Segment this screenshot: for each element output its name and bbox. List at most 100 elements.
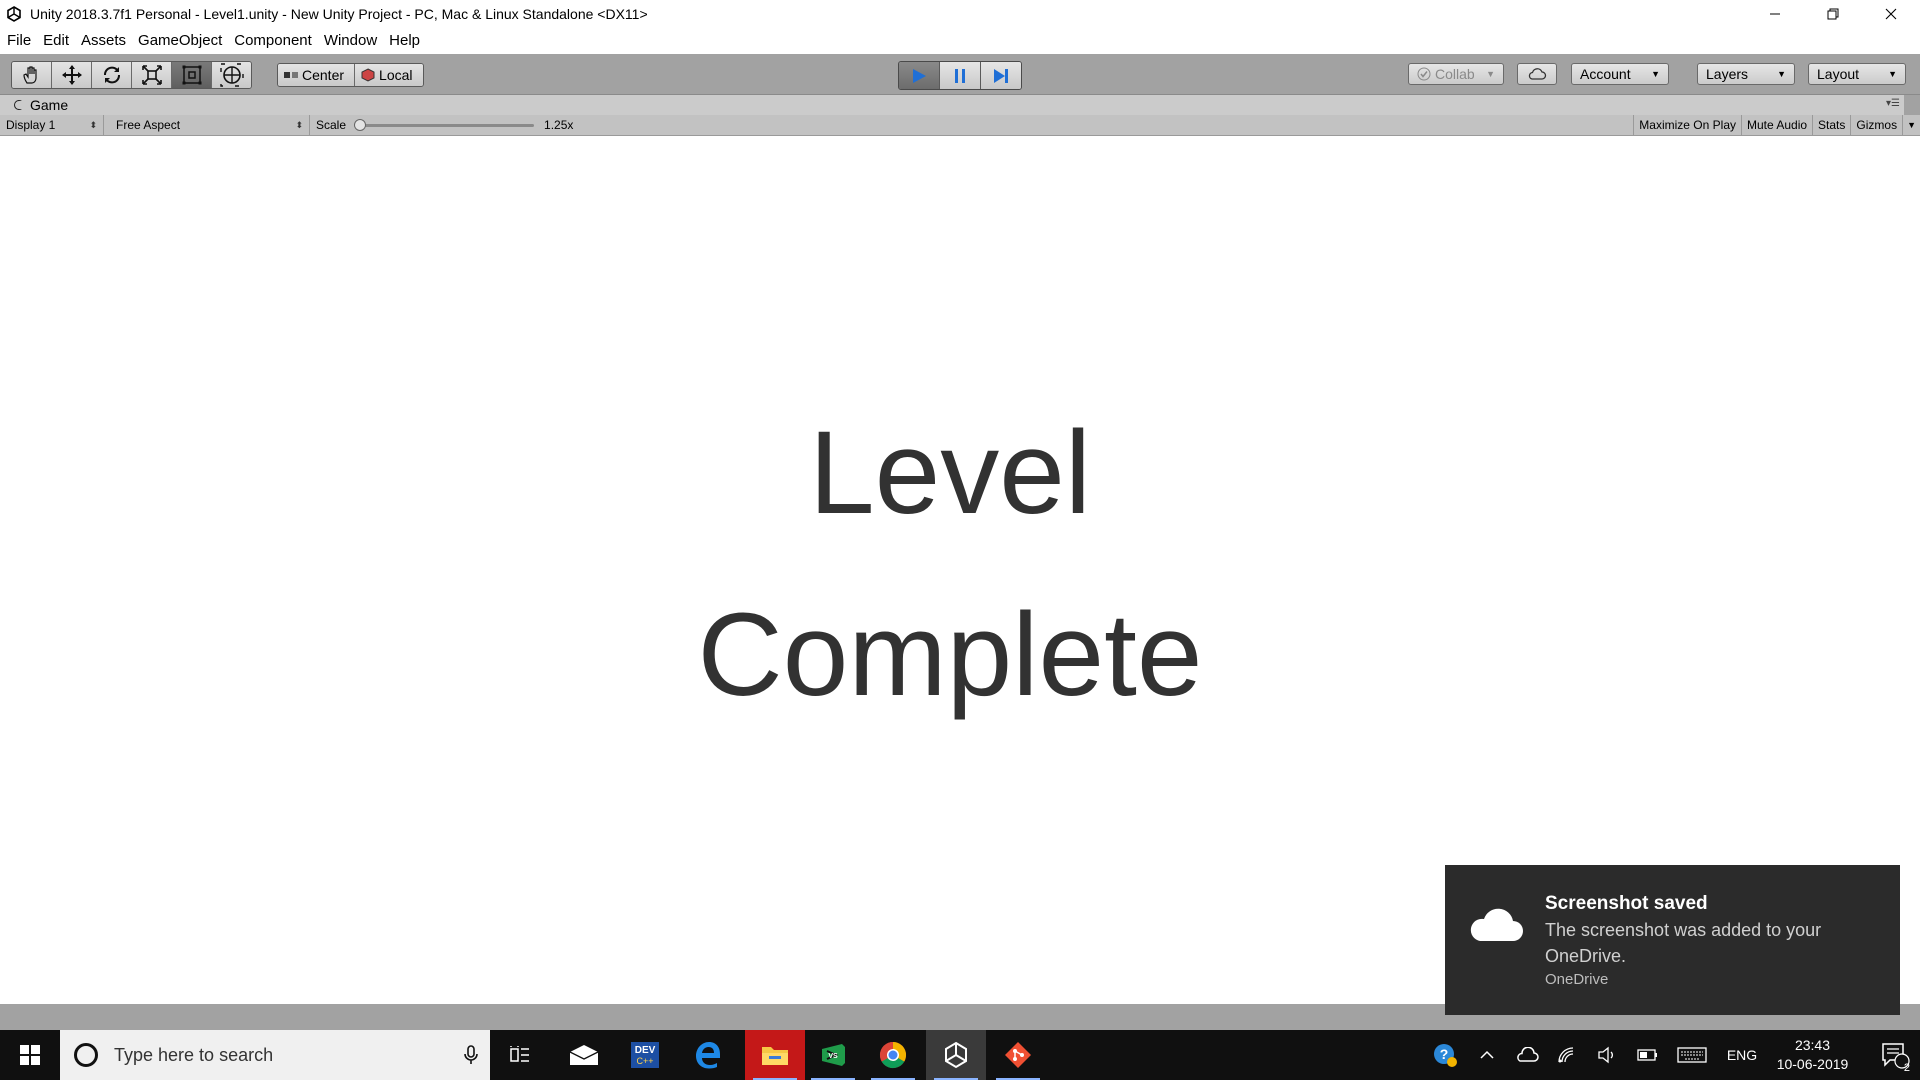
rect-tool-icon: [182, 65, 201, 85]
restore-icon: [1827, 8, 1839, 20]
onedrive-tray-button[interactable]: [1512, 1030, 1542, 1080]
menu-file[interactable]: File: [0, 28, 37, 54]
gizmos-dropdown-arrow[interactable]: ▼: [1902, 115, 1920, 135]
edge-browser-icon: [696, 1042, 720, 1069]
taskbar-edge-app[interactable]: [678, 1030, 738, 1080]
aspect-dropdown[interactable]: Free Aspect ⬍: [104, 115, 310, 135]
taskbar-vscode-app[interactable]: VS: [803, 1030, 863, 1080]
game-tab-label: Game: [30, 97, 69, 113]
minimize-button[interactable]: [1746, 0, 1804, 28]
layers-dropdown[interactable]: Layers ▼: [1697, 63, 1795, 85]
cloud-icon: [1467, 905, 1525, 948]
pivot-local-label: Local: [379, 67, 413, 83]
restore-button[interactable]: [1804, 0, 1862, 28]
stats-toggle[interactable]: Stats: [1812, 115, 1850, 135]
game-view-toolbar: Display 1 ⬍ Free Aspect ⬍ Scale 1.25x Ma…: [0, 115, 1920, 136]
collab-button[interactable]: Collab ▼: [1408, 63, 1504, 85]
move-tool-icon: [61, 65, 82, 85]
pivot-center-button[interactable]: Center: [278, 64, 356, 86]
pause-button[interactable]: [940, 62, 981, 89]
maximize-on-play-toggle[interactable]: Maximize On Play: [1633, 115, 1741, 135]
rotate-tool-button[interactable]: [92, 62, 132, 88]
notification-count: 2: [1903, 1062, 1910, 1074]
taskbar-search-box[interactable]: Type here to search: [60, 1030, 490, 1080]
game-view-toggles: Maximize On Play Mute Audio Stats Gizmos…: [1633, 115, 1920, 135]
battery-tray-button[interactable]: [1633, 1030, 1663, 1080]
transform-tool-button[interactable]: [212, 62, 251, 88]
taskbar-chrome-app[interactable]: [863, 1030, 923, 1080]
tab-game[interactable]: Game ▾☰: [0, 95, 1904, 115]
step-button[interactable]: [981, 62, 1021, 89]
taskbar-devcpp-app[interactable]: DEV C++: [615, 1030, 675, 1080]
microphone-icon[interactable]: [464, 1045, 478, 1065]
menu-window[interactable]: Window: [318, 28, 383, 54]
display-dropdown[interactable]: Display 1 ⬍: [0, 115, 104, 135]
close-button[interactable]: [1862, 0, 1920, 28]
unity-logo-icon: [4, 4, 24, 24]
scale-tool-button[interactable]: [132, 62, 172, 88]
onedrive-cloud-icon: [1517, 1047, 1539, 1062]
menu-gameobject[interactable]: GameObject: [132, 28, 228, 54]
taskbar-file-explorer-app[interactable]: [745, 1030, 805, 1080]
step-icon: [994, 68, 1008, 83]
account-dropdown[interactable]: Account ▼: [1571, 63, 1669, 85]
collab-label: Collab: [1435, 66, 1475, 82]
gizmos-toggle[interactable]: Gizmos: [1850, 115, 1902, 135]
keyboard-tray-button[interactable]: [1672, 1030, 1712, 1080]
level-complete-line1: Level: [808, 407, 1092, 539]
battery-icon: [1637, 1049, 1657, 1061]
transform-tools: [11, 61, 252, 89]
play-button[interactable]: [899, 62, 940, 89]
speaker-icon: [1598, 1046, 1613, 1064]
account-label: Account: [1580, 66, 1631, 82]
menu-edit[interactable]: Edit: [37, 28, 75, 54]
folder-icon: [762, 1047, 788, 1065]
windows-logo-icon: [20, 1045, 40, 1065]
tab-menu-icon[interactable]: ▾☰: [1886, 98, 1900, 109]
menu-assets[interactable]: Assets: [75, 28, 132, 54]
taskbar-unity-app[interactable]: [926, 1030, 986, 1080]
git-icon: [1005, 1042, 1031, 1068]
rect-tool-button[interactable]: [172, 62, 212, 88]
help-tray-icon[interactable]: ?: [1430, 1030, 1460, 1080]
scale-value: 1.25x: [544, 118, 574, 132]
keyboard-icon: [1677, 1047, 1707, 1063]
show-hidden-icons-button[interactable]: [1474, 1030, 1500, 1080]
layers-label: Layers: [1706, 66, 1749, 82]
pivot-local-button[interactable]: Local: [355, 64, 423, 86]
onedrive-notification-toast[interactable]: Screenshot saved The screenshot was adde…: [1445, 865, 1900, 1015]
menu-component[interactable]: Component: [228, 28, 318, 54]
close-icon: [1885, 8, 1897, 20]
move-tool-button[interactable]: [52, 62, 92, 88]
action-center-button[interactable]: 2: [1870, 1030, 1920, 1080]
wifi-icon: [1558, 1047, 1574, 1063]
hand-tool-button[interactable]: [12, 62, 52, 88]
scale-slider[interactable]: [354, 118, 535, 131]
cloud-button[interactable]: [1517, 63, 1557, 85]
task-view-icon: [510, 1046, 529, 1062]
play-icon: [913, 68, 926, 83]
clock-time: 23:43: [1794, 1037, 1831, 1053]
mute-audio-toggle[interactable]: Mute Audio: [1741, 115, 1812, 135]
taskbar-git-app[interactable]: [988, 1030, 1048, 1080]
search-placeholder: Type here to search: [114, 1044, 274, 1065]
layout-dropdown[interactable]: Layout ▼: [1808, 63, 1906, 85]
visual-studio-icon: VS: [822, 1044, 845, 1066]
svg-text:VS: VS: [828, 1053, 838, 1060]
menu-help[interactable]: Help: [383, 28, 426, 54]
volume-tray-button[interactable]: [1592, 1030, 1622, 1080]
display-label: Display 1: [6, 118, 56, 132]
network-tray-button[interactable]: [1552, 1030, 1582, 1080]
scale-slider-thumb[interactable]: [354, 118, 367, 131]
svg-text:C++: C++: [636, 1056, 653, 1066]
task-view-button[interactable]: [490, 1030, 550, 1080]
pivot-center-label: Center: [302, 67, 345, 83]
input-language-indicator[interactable]: ENG: [1722, 1030, 1762, 1080]
cortana-icon: [74, 1043, 98, 1067]
windows-taskbar: Type here to search DEV C++ VS ? ENG 23:…: [0, 1030, 1920, 1080]
chevron-down-icon: ▼: [1651, 69, 1660, 79]
menu-bar: File Edit Assets GameObject Component Wi…: [0, 28, 1920, 54]
taskbar-clock[interactable]: 23:43 10-06-2019: [1765, 1036, 1860, 1074]
taskbar-mail-app[interactable]: [554, 1030, 614, 1080]
start-button[interactable]: [0, 1030, 60, 1080]
